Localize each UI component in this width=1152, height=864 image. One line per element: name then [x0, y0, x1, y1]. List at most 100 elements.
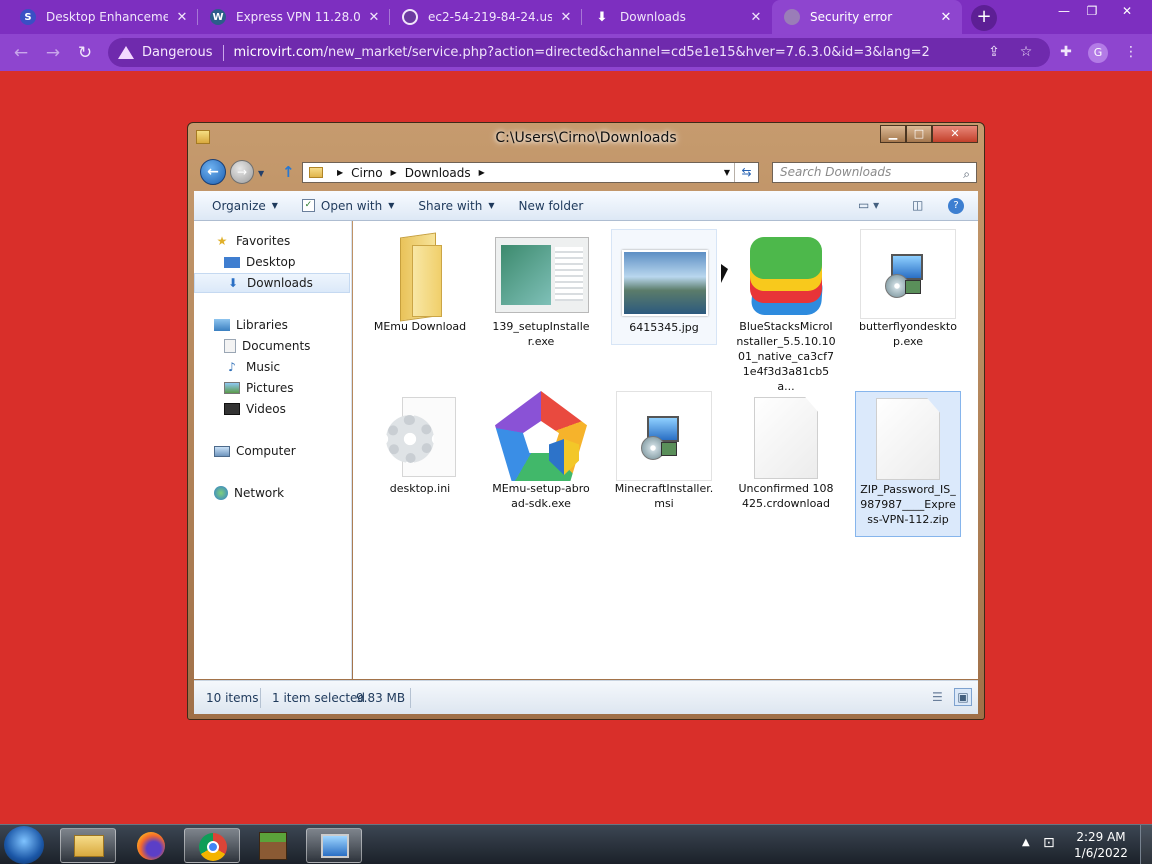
- taskbar-chrome[interactable]: [184, 828, 240, 863]
- chevron-right-icon[interactable]: ▶: [479, 168, 485, 177]
- file-item-6415345-jpg[interactable]: 6415345.jpg: [611, 229, 717, 345]
- tab-title: Downloads: [620, 10, 686, 24]
- status-bar: 10 items 1 item selected 9.83 MB ☰ ▣: [194, 680, 978, 714]
- breadcrumb-downloads[interactable]: Downloads: [405, 166, 471, 180]
- installer-icon: [860, 229, 956, 319]
- taskbar-minecraft[interactable]: [245, 828, 301, 863]
- help-icon[interactable]: ?: [948, 198, 964, 214]
- breadcrumb-cirno[interactable]: Cirno: [351, 166, 382, 180]
- preview-pane-icon[interactable]: ◫: [912, 198, 923, 214]
- chevron-right-icon[interactable]: ▶: [337, 168, 343, 177]
- nav-desktop[interactable]: Desktop: [194, 252, 350, 272]
- file-name: Unconfirmed 108425.crdownload: [738, 482, 834, 510]
- file-name: butterflyondesktop.exe: [859, 320, 957, 348]
- nav-label: Downloads: [247, 276, 313, 290]
- menu-kebab-icon[interactable]: ⋮: [1121, 42, 1141, 62]
- network-status-icon[interactable]: ⊡: [1043, 835, 1055, 851]
- close-window-icon[interactable]: ✕: [1112, 0, 1142, 22]
- nav-favorites[interactable]: ★ Favorites: [194, 231, 350, 251]
- tab-express-vpn[interactable]: W Express VPN 11.28.0 Cra ✕: [198, 0, 390, 34]
- new-tab-button[interactable]: +: [971, 5, 997, 31]
- maximize-button[interactable]: □: [906, 125, 932, 143]
- extensions-icon[interactable]: ✚: [1056, 42, 1076, 62]
- file-item-zip-password[interactable]: ZIP_Password_IS_987987____Express-VPN-11…: [855, 391, 961, 537]
- organize-label: Organize: [212, 198, 266, 213]
- file-item-139-setupinstaller[interactable]: 139_setupInstaller.exe: [488, 229, 594, 349]
- file-item-desktop-ini[interactable]: desktop.ini: [367, 391, 473, 496]
- minimize-button[interactable]: ▁: [880, 125, 906, 143]
- minimize-icon[interactable]: —: [1049, 0, 1079, 22]
- nav-computer[interactable]: Computer: [194, 441, 350, 461]
- file-item-minecraftinstaller[interactable]: MinecraftInstaller.msi: [611, 391, 717, 511]
- security-status[interactable]: Dangerous: [142, 45, 213, 60]
- history-dropdown-icon[interactable]: ▼: [258, 169, 264, 178]
- nav-downloads[interactable]: ⬇ Downloads: [194, 273, 350, 293]
- file-name: ZIP_Password_IS_987987____Express-VPN-11…: [860, 483, 956, 526]
- system-clock[interactable]: 2:29 AM 1/6/2022: [1070, 829, 1132, 861]
- address-bar[interactable]: Dangerous microvirt.com/new_market/servi…: [108, 38, 1050, 67]
- windows-start-icon[interactable]: [4, 826, 44, 864]
- tab-desktop-enhancements[interactable]: S Desktop Enhancements ✕: [8, 0, 198, 34]
- back-button[interactable]: ←: [200, 159, 226, 185]
- file-name: 139_setupInstaller.exe: [492, 320, 590, 348]
- chevron-right-icon[interactable]: ▶: [391, 168, 397, 177]
- profile-avatar[interactable]: G: [1088, 43, 1108, 63]
- close-icon[interactable]: ✕: [558, 10, 574, 25]
- nav-label: Network: [234, 486, 285, 500]
- open-with-button[interactable]: ✓ Open with ▼: [290, 199, 406, 213]
- url-text[interactable]: microvirt.com/new_market/service.php?act…: [234, 45, 930, 60]
- restore-icon[interactable]: ❐: [1077, 0, 1107, 22]
- file-item-bluestacks[interactable]: BlueStacksMicroInstaller_5.5.10.1001_nat…: [733, 229, 839, 394]
- nav-label: Documents: [242, 339, 311, 353]
- nav-videos[interactable]: Videos: [194, 399, 350, 419]
- taskbar-installer[interactable]: [306, 828, 362, 863]
- tab-downloads[interactable]: ⬇ Downloads ✕: [582, 0, 772, 34]
- nav-libraries[interactable]: Libraries: [194, 315, 350, 335]
- tab-security-error[interactable]: Security error ✕: [772, 0, 962, 34]
- image-thumbnail-icon: [616, 230, 712, 320]
- forward-button[interactable]: →: [230, 160, 254, 184]
- close-button[interactable]: ✕: [932, 125, 978, 143]
- forward-arrow-icon[interactable]: →: [40, 40, 66, 66]
- taskbar-explorer[interactable]: [60, 828, 116, 863]
- close-icon[interactable]: ✕: [748, 10, 764, 25]
- refresh-button[interactable]: ⇆: [734, 163, 758, 182]
- view-options-icon[interactable]: ▭ ▾: [858, 198, 879, 214]
- file-name: MEmu-setup-abroad-sdk.exe: [492, 482, 590, 510]
- explorer-address-bar[interactable]: ▶ Cirno ▶ Downloads ▶ ▼ ⇆: [302, 162, 759, 183]
- bluestacks-icon: [738, 229, 834, 319]
- nav-network[interactable]: Network: [194, 483, 350, 503]
- new-folder-button[interactable]: New folder: [506, 199, 595, 213]
- taskbar-firefox[interactable]: [123, 828, 179, 863]
- back-arrow-icon[interactable]: ←: [8, 40, 34, 66]
- browser-toolbar: ← → ↻ Dangerous microvirt.com/new_market…: [0, 34, 1152, 71]
- close-icon[interactable]: ✕: [366, 10, 382, 25]
- nav-documents[interactable]: Documents: [194, 336, 350, 356]
- file-item-butterflyondesktop[interactable]: butterflyondesktop.exe: [855, 229, 961, 349]
- tab-ec2[interactable]: ec2-54-219-84-24.us-we ✕: [390, 0, 582, 34]
- up-arrow-icon[interactable]: ↑: [282, 163, 295, 181]
- taskbar: ▲ ⊡ 2:29 AM 1/6/2022: [0, 824, 1152, 864]
- chevron-down-icon[interactable]: ▼: [724, 168, 730, 177]
- large-icons-view-icon[interactable]: ▣: [954, 688, 972, 706]
- share-with-button[interactable]: Share with ▼: [406, 199, 506, 213]
- file-item-unconfirmed-crdownload[interactable]: Unconfirmed 108425.crdownload: [733, 391, 839, 511]
- share-icon[interactable]: ⇪: [984, 42, 1004, 62]
- nav-music[interactable]: ♪ Music: [194, 357, 350, 377]
- nav-pictures[interactable]: Pictures: [194, 378, 350, 398]
- close-icon[interactable]: ✕: [174, 10, 190, 25]
- file-item-memu-setup[interactable]: MEmu-setup-abroad-sdk.exe: [488, 391, 594, 511]
- details-view-icon[interactable]: ☰: [932, 690, 943, 704]
- show-desktop-button[interactable]: [1140, 825, 1152, 864]
- bookmark-star-icon[interactable]: ☆: [1016, 42, 1036, 62]
- folder-icon: [309, 167, 323, 178]
- file-item-memu-download[interactable]: MEmu Download: [367, 229, 473, 334]
- file-name: BlueStacksMicroInstaller_5.5.10.1001_nat…: [736, 320, 836, 393]
- share-with-label: Share with: [418, 198, 483, 213]
- close-icon[interactable]: ✕: [938, 10, 954, 25]
- memu-icon: [493, 391, 589, 481]
- organize-button[interactable]: Organize ▼: [200, 199, 290, 213]
- reload-icon[interactable]: ↻: [72, 40, 98, 66]
- show-hidden-icons-icon[interactable]: ▲: [1022, 837, 1030, 848]
- search-input[interactable]: Search Downloads ⌕: [772, 162, 977, 183]
